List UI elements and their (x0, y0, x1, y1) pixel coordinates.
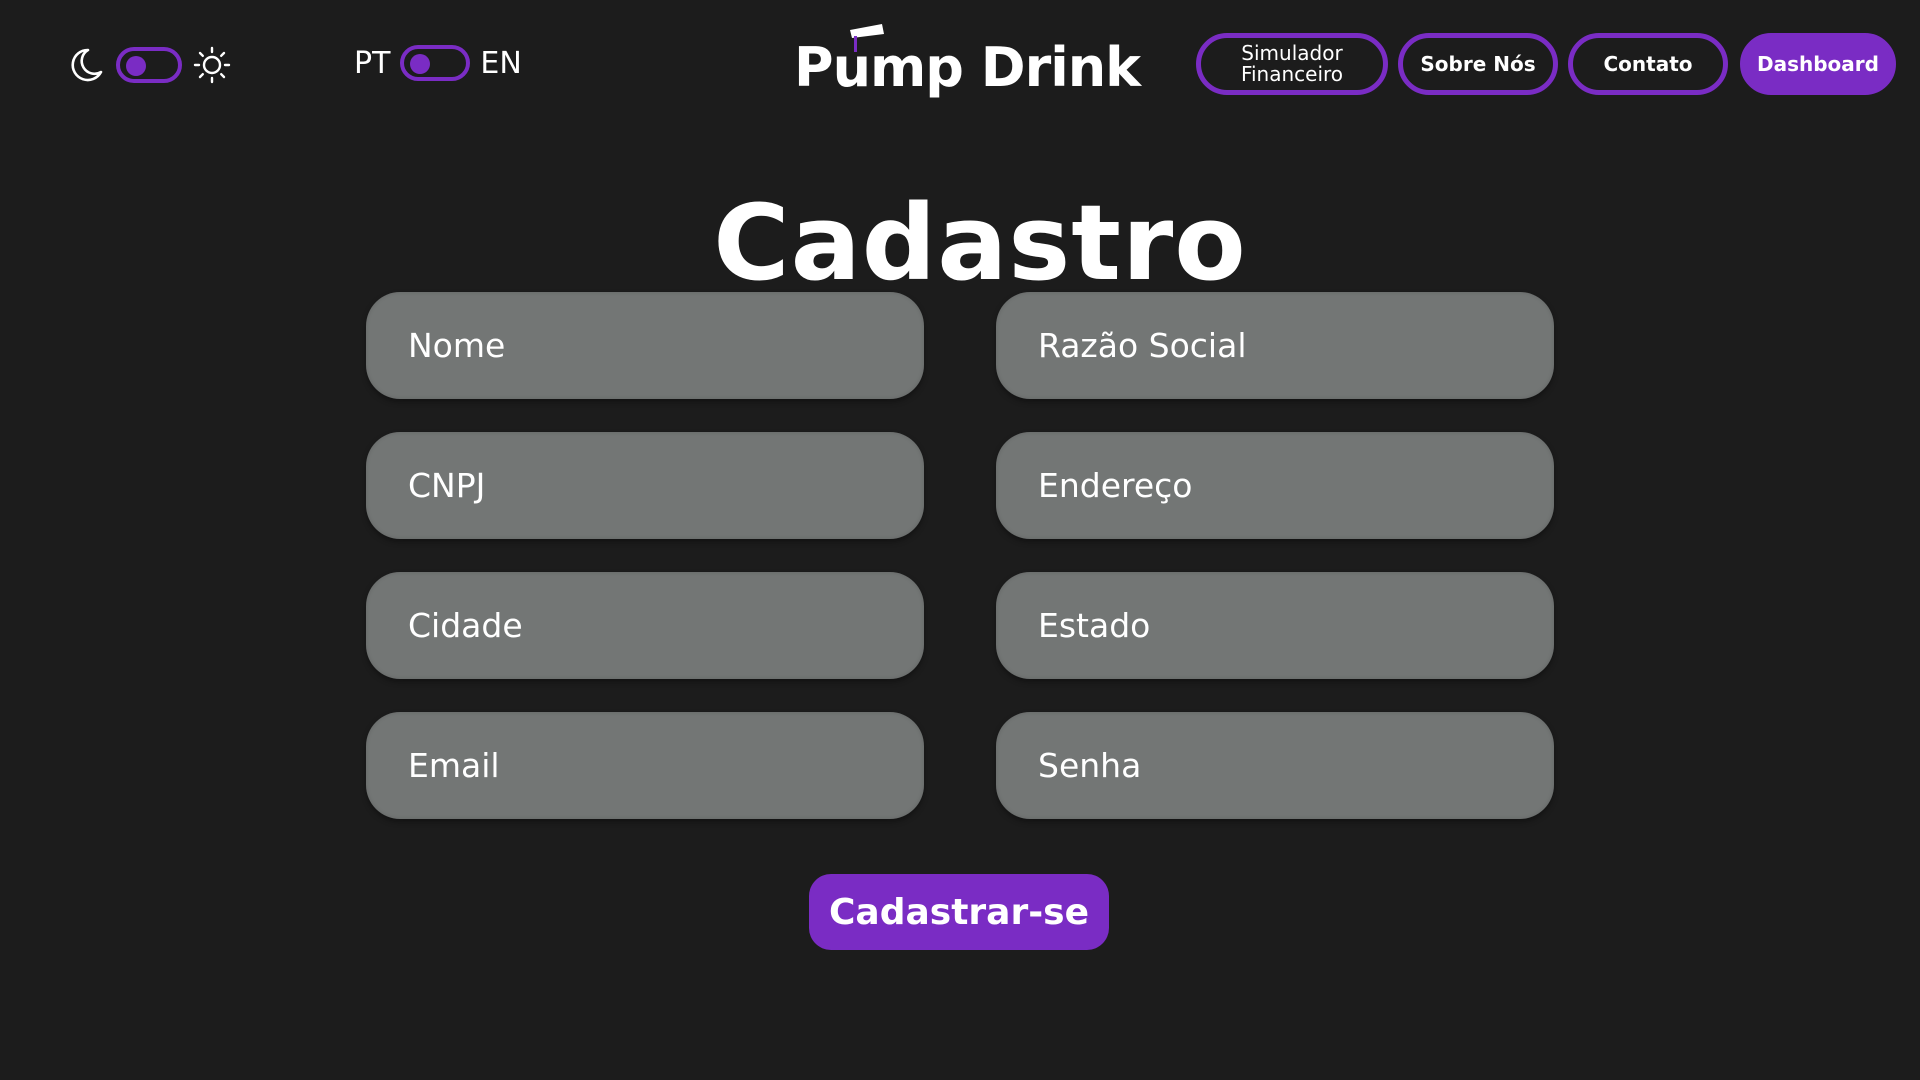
nav-simulador-financeiro-button[interactable]: Simulador Financeiro (1196, 33, 1388, 95)
cadastrar-button[interactable]: Cadastrar-se (809, 874, 1109, 950)
endereco-field[interactable] (996, 432, 1554, 539)
nav-dashboard-button[interactable]: Dashboard (1740, 33, 1896, 95)
language-toggle[interactable]: PT EN (354, 42, 522, 84)
theme-toggle[interactable] (66, 44, 232, 86)
logo-text: Pump Drink (794, 36, 1141, 99)
nav-contato-button[interactable]: Contato (1568, 33, 1728, 95)
theme-switch-knob (126, 56, 146, 76)
top-nav: Simulador Financeiro Sobre Nós Contato D… (1196, 33, 1896, 95)
moon-icon (71, 48, 103, 82)
nav-simulador-line1: Simulador (1241, 41, 1343, 65)
page-title: Cadastro (713, 181, 1247, 304)
language-pt-label: PT (354, 45, 391, 81)
nav-sobre-nos-button[interactable]: Sobre Nós (1398, 33, 1558, 95)
email-field[interactable] (366, 712, 924, 819)
cidade-field[interactable] (366, 572, 924, 679)
signup-page: PT EN Pump Drink Simulador Financeiro So… (0, 0, 1920, 1080)
estado-field[interactable] (996, 572, 1554, 679)
logo[interactable]: Pump Drink (790, 22, 1141, 102)
language-switch[interactable] (400, 45, 471, 81)
senha-field[interactable] (996, 712, 1554, 819)
language-switch-knob (410, 54, 431, 74)
nome-field[interactable] (366, 292, 924, 399)
language-en-label: EN (480, 45, 522, 81)
nav-simulador-label: Simulador Financeiro (1241, 43, 1343, 85)
sun-icon (193, 46, 231, 84)
theme-switch[interactable] (116, 47, 182, 83)
razao-social-field[interactable] (996, 292, 1554, 399)
nav-simulador-line2: Financeiro (1240, 62, 1344, 86)
cnpj-field[interactable] (366, 432, 924, 539)
signup-form (366, 292, 1554, 819)
